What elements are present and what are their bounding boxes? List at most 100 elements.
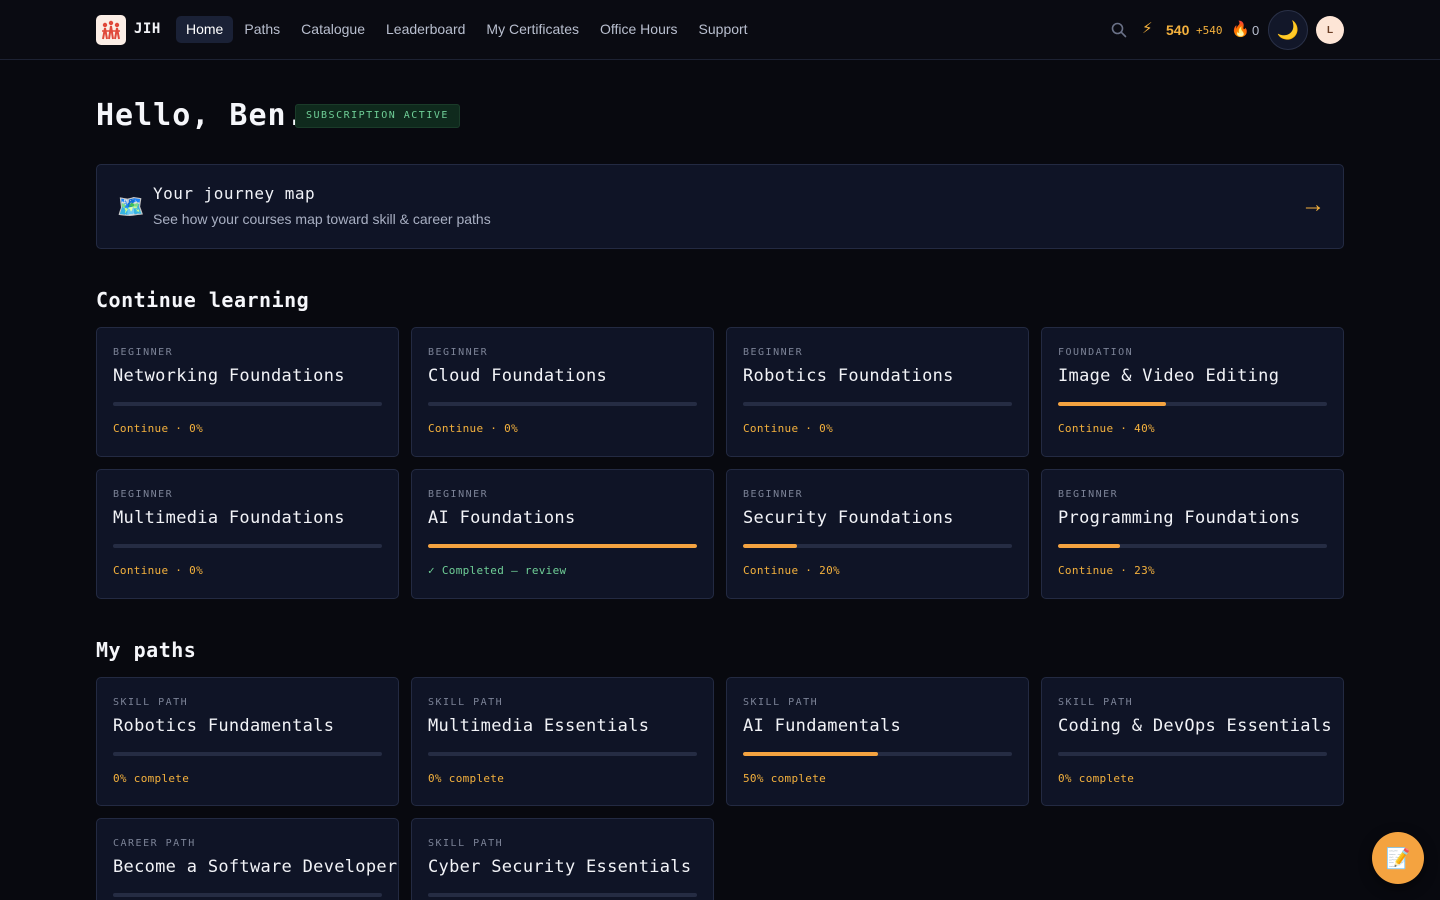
- course-card-level: BEGINNER: [113, 489, 174, 500]
- course-progress-bar: [743, 544, 1012, 548]
- course-progress-fill: [1058, 544, 1120, 548]
- streak-count: 0: [1252, 23, 1260, 38]
- page-title: Hello, Ben.: [96, 98, 306, 133]
- nav-catalogue[interactable]: Catalogue: [291, 16, 375, 43]
- nav-leaderboard[interactable]: Leaderboard: [376, 16, 475, 43]
- course-card-title: Networking Foundations: [113, 366, 345, 386]
- course-card[interactable]: FOUNDATION Image & Video Editing Continue …: [1041, 327, 1344, 457]
- course-card-level: BEGINNER: [1058, 489, 1119, 500]
- course-card[interactable]: BEGINNER AI Foundations ✓ Completed — revi…: [411, 469, 714, 599]
- course-card-title: Cloud Foundations: [428, 366, 608, 386]
- top-navbar: JIH Home Paths Catalogue Leaderboard My …: [0, 0, 1440, 60]
- course-card-title: Security Foundations: [743, 508, 954, 528]
- moon-icon: 🌙: [1276, 19, 1300, 40]
- course-card-status[interactable]: Continue · 0%: [113, 564, 203, 577]
- path-card[interactable]: CAREER PATH Become a Software Developer: [96, 818, 399, 900]
- section-title-paths: My paths: [96, 638, 197, 662]
- path-progress-bar: [113, 752, 382, 756]
- journey-subtitle: See how your courses map toward skill & …: [153, 211, 491, 227]
- path-progress-bar: [113, 893, 382, 897]
- course-progress-bar: [743, 402, 1012, 406]
- path-card-status[interactable]: 0% complete: [428, 772, 504, 785]
- course-progress-bar: [1058, 402, 1327, 406]
- course-card[interactable]: BEGINNER Networking Foundations Continue ·…: [96, 327, 399, 457]
- nav-support[interactable]: Support: [689, 16, 758, 43]
- course-card[interactable]: BEGINNER Cloud Foundations Continue · 0%: [411, 327, 714, 457]
- fire-icon: 🔥: [1231, 21, 1250, 38]
- course-card-level: BEGINNER: [113, 347, 174, 358]
- path-card-status[interactable]: 50% complete: [743, 772, 826, 785]
- subscription-badge: SUBSCRIPTION ACTIVE: [295, 104, 460, 128]
- path-progress-bar: [428, 752, 697, 756]
- course-card-title: Image & Video Editing: [1058, 366, 1280, 386]
- path-card-level: SKILL PATH: [428, 838, 504, 849]
- course-card-status[interactable]: Continue · 0%: [743, 422, 833, 435]
- course-card-title: Multimedia Foundations: [113, 508, 345, 528]
- course-card-status[interactable]: Continue · 20%: [743, 564, 840, 577]
- path-progress-bar: [1058, 752, 1327, 756]
- path-card-title: Become a Software Developer: [113, 857, 398, 877]
- course-progress-bar: [1058, 544, 1327, 548]
- journey-map-card[interactable]: 🗺️ Your journey map See how your courses…: [96, 164, 1344, 249]
- theme-toggle-button[interactable]: 🌙: [1268, 10, 1308, 50]
- course-card[interactable]: BEGINNER Robotics Foundations Continue · 0…: [726, 327, 1029, 457]
- course-progress-bar: [428, 544, 697, 548]
- xp-value: 540: [1166, 22, 1190, 38]
- path-progress-bar: [428, 893, 697, 897]
- course-card-title: Robotics Foundations: [743, 366, 954, 386]
- path-card-status[interactable]: 0% complete: [1058, 772, 1134, 785]
- arrow-right-icon[interactable]: →: [1301, 191, 1325, 219]
- course-card-status[interactable]: Continue · 0%: [113, 422, 203, 435]
- course-progress-fill: [743, 544, 797, 548]
- course-card-level: BEGINNER: [743, 489, 804, 500]
- path-card-title: Robotics Fundamentals: [113, 716, 335, 736]
- map-icon: 🗺️: [117, 194, 145, 219]
- course-card[interactable]: BEGINNER Security Foundations Continue · 2…: [726, 469, 1029, 599]
- path-card-status[interactable]: 0% complete: [113, 772, 189, 785]
- path-card-level: SKILL PATH: [113, 697, 189, 708]
- path-card-title: Coding & DevOps Essentials: [1058, 716, 1332, 736]
- course-card-level: FOUNDATION: [1058, 347, 1134, 358]
- path-card[interactable]: SKILL PATH Cyber Security Essentials: [411, 818, 714, 900]
- search-icon[interactable]: [1111, 22, 1127, 38]
- brand-logo-icon: [102, 20, 120, 40]
- path-card-level: SKILL PATH: [1058, 697, 1134, 708]
- course-card[interactable]: BEGINNER Multimedia Foundations Continue ·…: [96, 469, 399, 599]
- journey-title: Your journey map: [153, 184, 316, 203]
- course-progress-bar: [113, 402, 382, 406]
- path-card-level: SKILL PATH: [428, 697, 504, 708]
- nav-my-certificates[interactable]: My Certificates: [476, 16, 589, 43]
- path-card-level: SKILL PATH: [743, 697, 819, 708]
- course-card-level: BEGINNER: [743, 347, 804, 358]
- course-progress-bar: [113, 544, 382, 548]
- main-nav: Home Paths Catalogue Leaderboard My Cert…: [176, 16, 759, 43]
- path-card[interactable]: SKILL PATH Coding & DevOps Essentials 0% c…: [1041, 677, 1344, 806]
- course-card-title: AI Foundations: [428, 508, 576, 528]
- xp-delta: +540: [1196, 24, 1223, 37]
- path-card-title: AI Fundamentals: [743, 716, 902, 736]
- course-card-level: BEGINNER: [428, 489, 489, 500]
- path-card[interactable]: SKILL PATH Robotics Fundamentals 0% comple…: [96, 677, 399, 806]
- path-card-level: CAREER PATH: [113, 838, 196, 849]
- lightning-icon: ⚡: [1142, 20, 1153, 37]
- brand-logo[interactable]: [96, 15, 126, 45]
- course-card-level: BEGINNER: [428, 347, 489, 358]
- course-card-status[interactable]: ✓ Completed — review: [428, 564, 566, 577]
- course-card-status[interactable]: Continue · 40%: [1058, 422, 1155, 435]
- path-card-title: Multimedia Essentials: [428, 716, 650, 736]
- course-card-status[interactable]: Continue · 0%: [428, 422, 518, 435]
- notes-button[interactable]: 📝: [1372, 832, 1424, 884]
- path-progress-fill: [743, 752, 878, 756]
- brand-name[interactable]: JIH: [134, 21, 161, 37]
- path-card[interactable]: SKILL PATH Multimedia Essentials 0% comple…: [411, 677, 714, 806]
- course-card-status[interactable]: Continue · 23%: [1058, 564, 1155, 577]
- memo-icon: 📝: [1385, 847, 1411, 870]
- nav-paths[interactable]: Paths: [234, 16, 290, 43]
- path-card[interactable]: SKILL PATH AI Fundamentals 50% complete: [726, 677, 1029, 806]
- path-progress-bar: [743, 752, 1012, 756]
- section-title-continue: Continue learning: [96, 288, 310, 312]
- course-card[interactable]: BEGINNER Programming Foundations Continue …: [1041, 469, 1344, 599]
- avatar[interactable]: L: [1316, 16, 1344, 44]
- nav-office-hours[interactable]: Office Hours: [590, 16, 688, 43]
- nav-home[interactable]: Home: [176, 16, 234, 43]
